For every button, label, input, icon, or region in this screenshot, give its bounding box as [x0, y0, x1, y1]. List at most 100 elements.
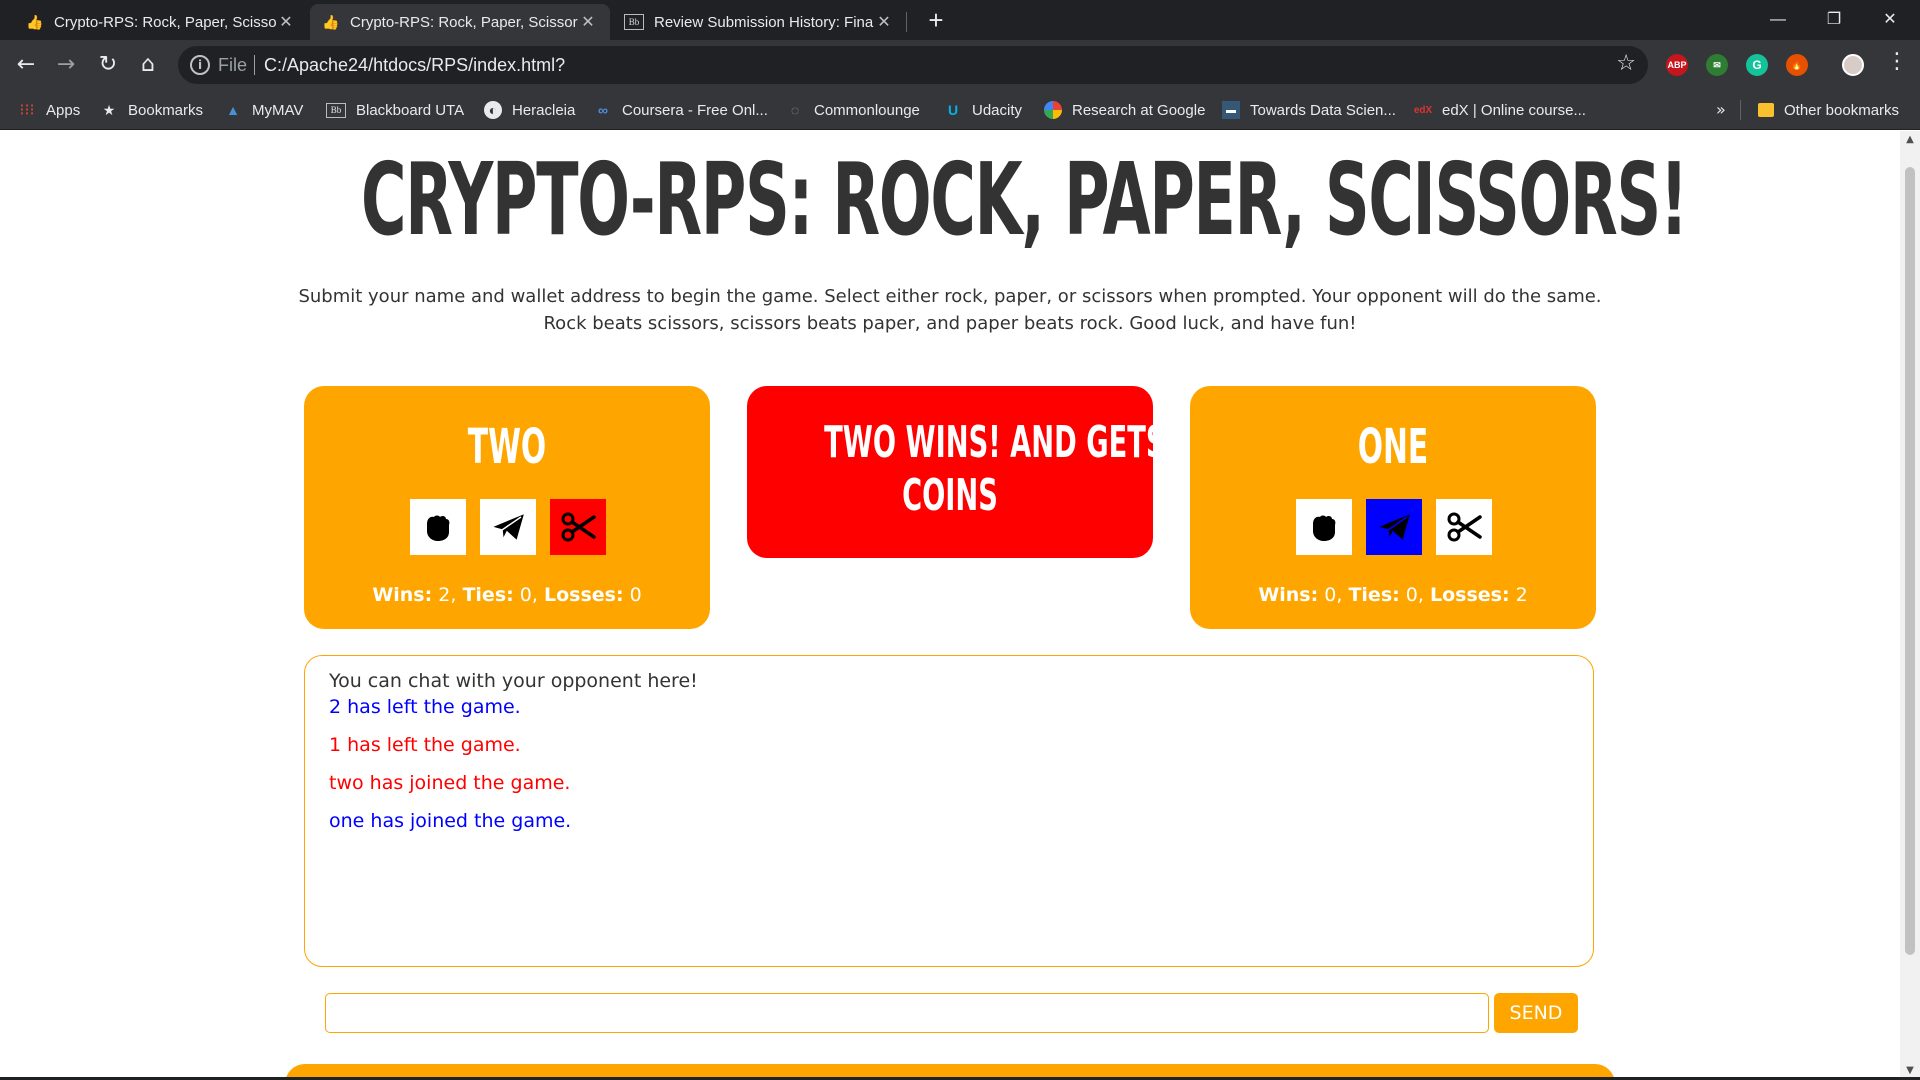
player-stats: Wins: 2, Ties: 0, Losses: 0 — [372, 584, 642, 606]
rock-button[interactable] — [1296, 499, 1352, 555]
chat-message-input[interactable] — [325, 993, 1489, 1033]
bookmark-label: Apps — [46, 101, 81, 119]
address-scheme-label: File — [218, 55, 248, 75]
wins-value: 0 — [1324, 584, 1337, 606]
bookmark-label: edX | Online course... — [1442, 101, 1586, 119]
adblock-icon[interactable]: ABP — [1666, 54, 1688, 76]
result-banner: TWO WINS! AND GETS 0.02 COINS — [747, 386, 1243, 558]
address-divider — [254, 55, 255, 75]
bookmark-label: MyMAV — [252, 101, 304, 119]
ties-value: 0 — [519, 584, 532, 606]
ties-label: Ties: — [1348, 584, 1400, 606]
ties-label: Ties: — [462, 584, 514, 606]
bookmark-label: Coursera - Free Onl... — [622, 101, 768, 119]
player-name: ONE — [1357, 419, 1429, 475]
close-tab-icon[interactable]: ✕ — [874, 12, 894, 32]
bookmark-edx[interactable]: edX edX | Online course... — [1414, 90, 1586, 130]
scissors-button[interactable] — [1436, 499, 1492, 555]
scrollbar-thumb[interactable] — [1905, 167, 1915, 955]
page-scrollbar[interactable]: ▲ ▼ — [1900, 131, 1920, 1080]
tab-title: Review Submission History: Final — [654, 13, 874, 31]
mail-extension-icon[interactable]: ✉ — [1706, 54, 1728, 76]
bookmark-label: Bookmarks — [128, 101, 204, 119]
back-arrow-icon[interactable]: ← — [10, 49, 42, 81]
blackboard-icon: Bb — [326, 102, 346, 118]
result-text: TWO WINS! AND GETS 0.02 COINS — [824, 416, 1243, 522]
page-subtitle: Submit your name and wallet address to b… — [298, 286, 1602, 334]
bookmark-label: Blackboard UTA — [356, 101, 465, 119]
restore-button[interactable]: ❐ — [1806, 0, 1862, 40]
udacity-icon: U — [947, 102, 959, 118]
scissors-button-selected[interactable] — [550, 499, 606, 555]
home-icon[interactable]: ⌂ — [132, 49, 164, 81]
paper-button-selected[interactable] — [1366, 499, 1422, 555]
fist-icon — [1313, 515, 1336, 541]
choice-group — [410, 499, 606, 555]
bookmark-heracleia[interactable]: ◐ Heracleia — [484, 90, 575, 130]
result-line-1: TWO WINS! AND GETS 0.02 — [824, 417, 1243, 468]
medium-icon: ▬ — [1222, 101, 1240, 119]
bookmark-label: Heracleia — [512, 101, 576, 119]
address-url[interactable]: C:/Apache24/htdocs/RPS/index.html? — [264, 55, 565, 76]
browser-tab-3[interactable]: Bb Review Submission History: Final ✕ — [612, 4, 906, 40]
bookmark-commonlounge[interactable]: ◌ Commonlounge — [786, 90, 920, 130]
new-tab-button[interactable]: + — [922, 6, 950, 34]
google-icon — [1044, 101, 1062, 119]
scissors-icon — [1447, 512, 1482, 542]
bookmarks-bar: ⁝⁝⁝ Apps ★ Bookmarks ▲ MyMAV Bb Blackboa… — [0, 90, 1920, 130]
bookmark-label: Towards Data Scien... — [1250, 101, 1396, 119]
wins-value: 2 — [438, 584, 451, 606]
paper-plane-icon — [489, 511, 527, 543]
folder-icon — [1758, 103, 1774, 117]
chat-box[interactable]: You can chat with your opponent here! 2 … — [304, 655, 1594, 967]
minimize-button[interactable]: — — [1750, 0, 1806, 40]
paper-plane-icon — [1375, 511, 1413, 543]
page-content: CRYPTO-RPS: ROCK, PAPER, SCISSORS! Submi… — [0, 131, 1900, 1080]
more-bookmarks-chevron[interactable]: » — [1716, 90, 1726, 130]
chat-message: 2 has left the game. — [329, 696, 521, 718]
blackboard-icon: Bb — [624, 14, 644, 30]
close-tab-icon[interactable]: ✕ — [276, 12, 296, 32]
bookmark-label: Udacity — [972, 101, 1023, 119]
ties-value: 0 — [1405, 584, 1418, 606]
bookmark-mymav[interactable]: ▲ MyMAV — [224, 90, 303, 130]
fist-icon — [427, 515, 450, 541]
bookmark-other[interactable]: Other bookmarks — [1758, 90, 1899, 130]
loading-icon: ◌ — [790, 102, 800, 118]
profile-avatar[interactable] — [1842, 54, 1864, 76]
reload-icon[interactable]: ↻ — [92, 49, 124, 81]
browser-toolbar: ← → ↻ ⌂ i File C:/Apache24/htdocs/RPS/in… — [0, 40, 1920, 90]
globe-icon: ◐ — [484, 101, 502, 119]
send-button[interactable]: SEND — [1494, 993, 1578, 1033]
bookmark-blackboard[interactable]: Bb Blackboard UTA — [326, 90, 464, 130]
grammarly-icon[interactable]: G — [1746, 54, 1768, 76]
thumbs-up-icon: 👍 — [26, 13, 44, 30]
close-window-button[interactable]: ✕ — [1862, 0, 1918, 40]
bookmark-research-google[interactable]: Research at Google — [1044, 90, 1205, 130]
losses-value: 0 — [629, 584, 642, 606]
browser-tab-2[interactable]: 👍 Crypto-RPS: Rock, Paper, Scissors ✕ — [310, 4, 610, 40]
bookmark-label: Research at Google — [1072, 101, 1206, 119]
paper-button[interactable] — [480, 499, 536, 555]
bookmark-udacity[interactable]: U Udacity — [944, 90, 1022, 130]
wins-label: Wins: — [1258, 584, 1319, 606]
chat-message: two has joined the game. — [329, 772, 571, 794]
bookmark-towards-data-science[interactable]: ▬ Towards Data Scien... — [1222, 90, 1396, 130]
player-card-one: ONE Wins: 0, Ties: 0, Losses: 2 — [1190, 386, 1596, 629]
bookmark-coursera[interactable]: ∞ Coursera - Free Onl... — [594, 90, 768, 130]
browser-tab-1[interactable]: 👍 Crypto-RPS: Rock, Paper, Scissors ✕ — [14, 4, 308, 40]
bookmark-apps[interactable]: ⁝⁝⁝ Apps — [18, 90, 80, 130]
edx-icon: edX — [1413, 104, 1433, 116]
close-tab-icon[interactable]: ✕ — [578, 12, 598, 32]
rock-button[interactable] — [410, 499, 466, 555]
info-icon[interactable]: i — [190, 55, 210, 75]
apps-grid-icon: ⁝⁝⁝ — [19, 102, 35, 119]
player-card-two: TWO Wins: 2, Ties: 0, Losses: 0 — [304, 386, 710, 629]
bookmark-bookmarks[interactable]: ★ Bookmarks — [100, 90, 203, 130]
menu-kebab-icon[interactable]: ⋮ — [1886, 49, 1908, 74]
scroll-up-arrow-icon[interactable]: ▲ — [1900, 131, 1920, 149]
bookmark-star-icon[interactable]: ☆ — [1616, 51, 1636, 76]
fire-extension-icon[interactable]: 🔥 — [1786, 54, 1808, 76]
address-bar[interactable]: i File C:/Apache24/htdocs/RPS/index.html… — [178, 46, 1648, 84]
forward-arrow-icon[interactable]: → — [50, 49, 82, 81]
